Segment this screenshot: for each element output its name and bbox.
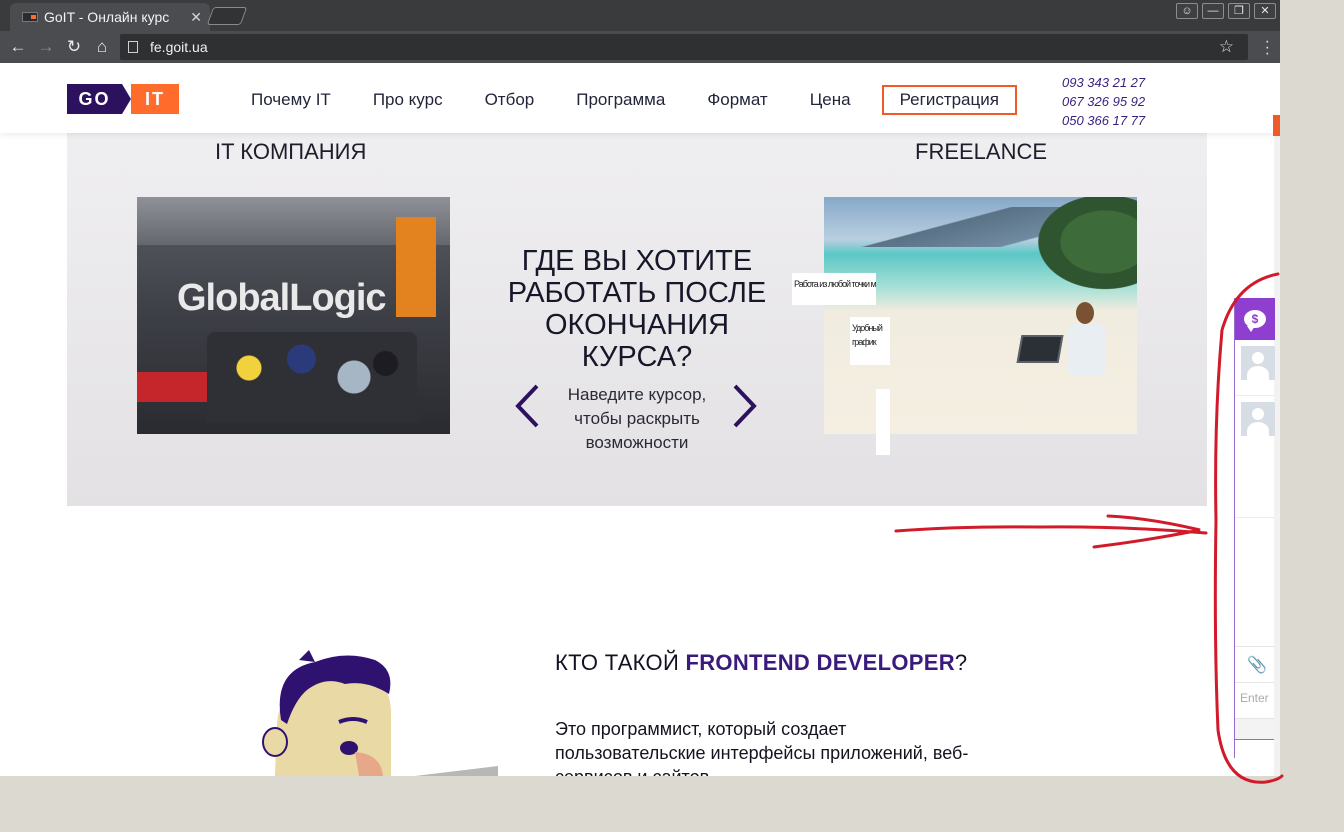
chat-header[interactable]: $ xyxy=(1235,298,1275,340)
phone-number[interactable]: 093 343 21 27 xyxy=(1062,73,1145,92)
freelance-title: FREELANCE xyxy=(915,139,1048,164)
frontend-title-highlight: FRONTEND DEVELOPER xyxy=(685,650,955,675)
chat-bubble-icon: $ xyxy=(1244,310,1266,332)
chat-widget[interactable]: $ 📎 Enter xyxy=(1234,298,1275,758)
reload-icon[interactable]: ↻ xyxy=(60,37,88,57)
chat-messages xyxy=(1235,518,1274,646)
nav-program[interactable]: Программа xyxy=(565,85,676,115)
register-button[interactable]: Регистрация xyxy=(881,85,1017,115)
logo-go: GO xyxy=(67,84,131,114)
address-bar[interactable]: fe.goit.ua ☆ xyxy=(120,34,1248,60)
new-tab-button[interactable] xyxy=(206,7,248,25)
goit-logo[interactable]: GO IT xyxy=(67,84,179,114)
phone-list: 093 343 21 27 067 326 95 92 050 366 17 7… xyxy=(1062,73,1145,130)
bookmark-star-icon[interactable]: ☆ xyxy=(1219,37,1234,57)
photo-laptop xyxy=(1016,335,1064,363)
close-window-button[interactable]: ✕ xyxy=(1254,3,1276,19)
person-head xyxy=(1076,302,1094,324)
nav-price[interactable]: Цена xyxy=(799,85,862,115)
forward-icon[interactable]: → xyxy=(32,37,60,57)
office-photo[interactable]: GlobalLogic xyxy=(137,197,450,434)
arrow-right-icon[interactable] xyxy=(729,383,759,429)
home-icon[interactable]: ⌂ xyxy=(88,37,116,57)
back-icon[interactable]: ← xyxy=(4,37,32,57)
photo-wall xyxy=(396,217,436,317)
browser-tab[interactable]: GoIT - Онлайн курс ✕ xyxy=(10,3,210,31)
browser-toolbar: ← → ↻ ⌂ fe.goit.ua ☆ · · · xyxy=(0,31,1280,63)
browser-menu-icon[interactable]: · · · xyxy=(1265,34,1270,62)
main-nav: Почему IT Про курс Отбор Программа Форма… xyxy=(240,85,1037,115)
chat-message-input[interactable]: Enter xyxy=(1235,682,1274,718)
arrow-left-icon[interactable] xyxy=(513,383,543,429)
phone-number[interactable]: 067 326 95 92 xyxy=(1062,92,1145,111)
chat-operator[interactable] xyxy=(1235,396,1275,518)
window-controls: ☺ — ❐ ✕ xyxy=(1176,3,1276,19)
career-hint: Наведите курсор, чтобы раскрыть возможно… xyxy=(567,385,707,452)
page-info-icon[interactable] xyxy=(128,41,138,53)
side-tab-marker[interactable] xyxy=(1273,115,1280,136)
tab-close-icon[interactable]: ✕ xyxy=(190,9,202,26)
overlay-text-remote: Работа из любой точки мира xyxy=(792,273,876,305)
restore-button[interactable]: ❐ xyxy=(1228,3,1250,19)
nav-about-course[interactable]: Про курс xyxy=(362,85,454,115)
tab-title: GoIT - Онлайн курс xyxy=(44,9,170,25)
frontend-title: КТО ТАКОЙ FRONTEND DEVELOPER? xyxy=(555,650,967,676)
developer-illustration xyxy=(262,650,498,776)
it-company-title: IT КОМПАНИЯ xyxy=(215,139,367,164)
frontend-title-suffix: ? xyxy=(954,650,968,675)
favicon-icon xyxy=(22,12,38,22)
photo-sofa xyxy=(137,372,209,402)
frontend-description: Это программист, который создает пользов… xyxy=(555,719,969,776)
person-body xyxy=(1068,324,1106,376)
operator-avatar xyxy=(1241,346,1275,380)
nav-selection[interactable]: Отбор xyxy=(474,85,546,115)
operator-avatar xyxy=(1241,402,1275,436)
office-sign: GlobalLogic xyxy=(177,277,387,319)
site-header: GO IT Почему IT Про курс Отбор Программа… xyxy=(0,63,1280,133)
photo-palm xyxy=(1027,197,1137,297)
user-profile-icon[interactable]: ☺ xyxy=(1176,3,1198,19)
attach-icon[interactable]: 📎 xyxy=(1235,646,1274,682)
nav-why-it[interactable]: Почему IT xyxy=(240,85,342,115)
logo-it: IT xyxy=(131,84,179,114)
chat-footer xyxy=(1235,718,1274,740)
phone-number[interactable]: 050 366 17 77 xyxy=(1062,111,1145,130)
career-question: ГДЕ ВЫ ХОТИТЕ РАБОТАТЬ ПОСЛЕ ОКОНЧАНИЯ К… xyxy=(507,245,767,373)
nav-format[interactable]: Формат xyxy=(696,85,778,115)
browser-titlebar: GoIT - Онлайн курс ✕ ☺ — ❐ ✕ xyxy=(0,0,1280,31)
browser-window: GoIT - Онлайн курс ✕ ☺ — ❐ ✕ ← → ↻ ⌂ fe.… xyxy=(0,0,1280,776)
url-text: fe.goit.ua xyxy=(150,39,208,55)
chat-operator[interactable] xyxy=(1235,340,1275,396)
frontend-title-prefix: КТО ТАКОЙ xyxy=(555,650,686,675)
overlay-text-schedule: Удобный график xyxy=(850,317,890,365)
photo-person xyxy=(1064,302,1110,402)
career-section: IT КОМПАНИЯ FREELANCE GlobalLogic Работа… xyxy=(67,133,1207,506)
photo-people xyxy=(207,332,417,422)
hover-overlay-fragments: Работа из любой точки мира Удобный графи… xyxy=(792,273,890,455)
overlay-fragment xyxy=(876,389,890,455)
minimize-button[interactable]: — xyxy=(1202,3,1224,19)
